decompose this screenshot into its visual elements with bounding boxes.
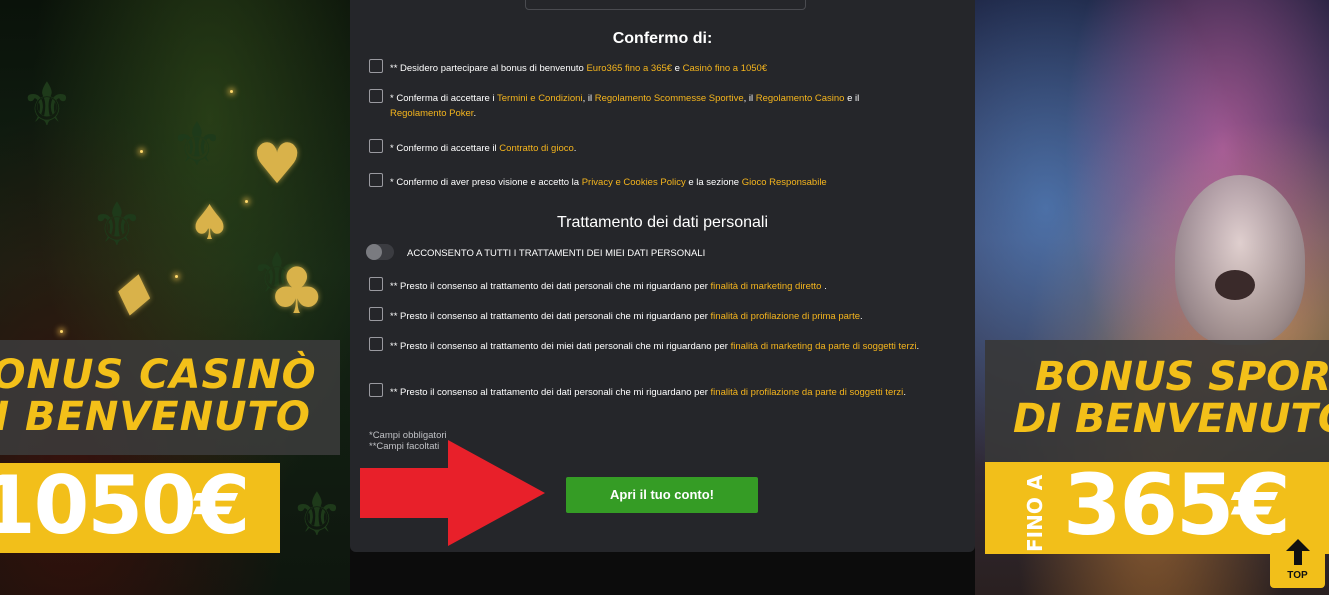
text-segment: * Confermo di aver preso visione e accet…: [390, 177, 582, 188]
sparkle-decoration: [140, 150, 143, 153]
policy-link[interactable]: Regolamento Poker: [390, 108, 473, 119]
sport-bonus-line2: DI BENVENUTO: [1013, 396, 1329, 442]
policy-link[interactable]: Euro365 fino a 365€: [586, 63, 672, 74]
confirm-text: * Confermo di aver preso visione e accet…: [390, 175, 959, 190]
third-party-profiling-checkbox[interactable]: [369, 383, 383, 397]
text-segment: .: [573, 143, 577, 154]
privacy-text: ** Presto il consenso al trattamento dei…: [390, 309, 959, 324]
text-segment: * Conferma di accettare i: [390, 93, 498, 104]
text-segment: .: [860, 311, 863, 322]
fleur-de-lis-decoration: ⚜: [290, 480, 344, 550]
policy-link[interactable]: finalità di marketing diretto: [711, 281, 822, 292]
casino-bonus-amount-box: 1050€: [0, 459, 280, 553]
club-icon: ♣: [268, 255, 326, 329]
fleur-de-lis-decoration: ⚜: [90, 190, 144, 260]
policy-link[interactable]: Casinò fino a 1050€: [683, 63, 768, 74]
terms-checkbox[interactable]: [369, 89, 383, 103]
confirm-heading: Confermo di:: [612, 30, 713, 47]
casino-bonus-title: BONUS CASINÒ DI BENVENUTO: [0, 340, 340, 455]
text-segment: .: [473, 108, 477, 119]
text-segment: ** Presto il consenso al trattamento dei…: [390, 311, 711, 322]
marketing-consent-checkbox[interactable]: [369, 277, 383, 291]
policy-link[interactable]: finalità di profilazione di prima parte: [711, 311, 860, 322]
consent-all-label: ACCONSENTO A TUTTI I TRATTAMENTI DEI MIE…: [407, 248, 706, 259]
sport-bonus-prefix: FINO A: [1023, 474, 1047, 552]
policy-link[interactable]: Regolamento Casino: [756, 93, 845, 104]
casino-bonus-line2: DI BENVENUTO: [0, 394, 311, 440]
text-segment: e la sezione: [685, 177, 742, 188]
text-segment: e il: [844, 93, 860, 104]
open-account-button[interactable]: Apri il tuo conto!: [566, 477, 758, 513]
back-to-top-button[interactable]: TOP: [1270, 533, 1325, 588]
previous-form-field[interactable]: [525, 0, 806, 10]
heart-icon: ♥: [252, 132, 303, 197]
privacy-text: ** Presto il consenso al trattamento dei…: [390, 385, 939, 400]
fleur-de-lis-decoration: ⚜: [170, 110, 224, 180]
sparkle-decoration: [175, 275, 178, 278]
player-mouth-decoration: [1215, 270, 1255, 300]
privacy-text: ** Presto il consenso al trattamento dei…: [390, 279, 959, 294]
fleur-de-lis-decoration: ⚜: [20, 70, 74, 140]
casino-bonus-banner[interactable]: ⚜ ⚜ ⚜ ⚜ ⚜ ♥ ♠ ♣ ♦ BONUS CASINÒ DI BENVEN…: [0, 0, 350, 595]
privacy-policy-checkbox[interactable]: [369, 173, 383, 187]
text-segment: * Confermo di accettare il: [390, 143, 500, 154]
third-party-marketing-checkbox[interactable]: [369, 337, 383, 351]
policy-link[interactable]: Regolamento Scommesse Sportive: [595, 93, 744, 104]
sport-bonus-title: BONUS SPORT DI BENVENUTO: [985, 340, 1329, 462]
arrow-up-icon: [1286, 539, 1310, 565]
toggle-knob: [366, 244, 382, 260]
text-segment: e: [672, 63, 683, 74]
confirm-text: * Conferma di accettare i Termini e Cond…: [390, 91, 889, 121]
confirm-text: ** Desidero partecipare al bonus di benv…: [390, 61, 959, 76]
top-label: TOP: [1287, 570, 1308, 581]
casino-bonus-amount: 1050€: [0, 459, 250, 552]
text-segment: .: [903, 387, 906, 398]
sparkle-decoration: [60, 330, 63, 333]
policy-link[interactable]: Termini e Condizioni: [497, 93, 583, 104]
text-segment: ** Desidero partecipare al bonus di benv…: [390, 63, 587, 74]
contract-checkbox[interactable]: [369, 139, 383, 153]
policy-link[interactable]: finalità di profilazione da parte di sog…: [711, 387, 904, 398]
consent-all-toggle[interactable]: [366, 244, 394, 260]
text-segment: .: [916, 341, 920, 352]
policy-link[interactable]: finalità di marketing da parte di sogget…: [731, 341, 917, 352]
policy-link[interactable]: Gioco Responsabile: [742, 177, 827, 188]
sparkle-decoration: [245, 200, 248, 203]
red-arrow-icon: [360, 440, 545, 546]
sparkle-decoration: [230, 90, 233, 93]
confirm-text: * Confermo di accettare il Contratto di …: [390, 141, 959, 156]
policy-link[interactable]: Privacy e Cookies Policy: [582, 177, 686, 188]
text-segment: ** Presto il consenso al trattamento dei…: [390, 341, 731, 352]
football-player-image: [1175, 175, 1305, 345]
sport-bonus-banner[interactable]: BONUS SPORT DI BENVENUTO FINO A 365€: [975, 0, 1329, 595]
sport-bonus-amount: 365€: [1063, 456, 1291, 554]
spade-icon: ♠: [188, 195, 232, 251]
sport-bonus-line1: BONUS SPORT: [1035, 354, 1329, 400]
text-segment: , il: [743, 93, 756, 104]
diamond-icon: ♦: [101, 257, 167, 335]
profiling-consent-checkbox[interactable]: [369, 307, 383, 321]
text-segment: .: [821, 281, 827, 292]
text-segment: , il: [582, 93, 595, 104]
privacy-text: ** Presto il consenso al trattamento dei…: [390, 339, 929, 354]
text-segment: ** Presto il consenso al trattamento dei…: [390, 281, 711, 292]
policy-link[interactable]: Contratto di gioco: [499, 143, 573, 154]
bonus-checkbox[interactable]: [369, 59, 383, 73]
text-segment: ** Presto il consenso al trattamento dei…: [390, 387, 711, 398]
casino-bonus-line1: BONUS CASINÒ: [0, 352, 317, 398]
privacy-heading: Trattamento dei dati personali: [556, 214, 769, 231]
